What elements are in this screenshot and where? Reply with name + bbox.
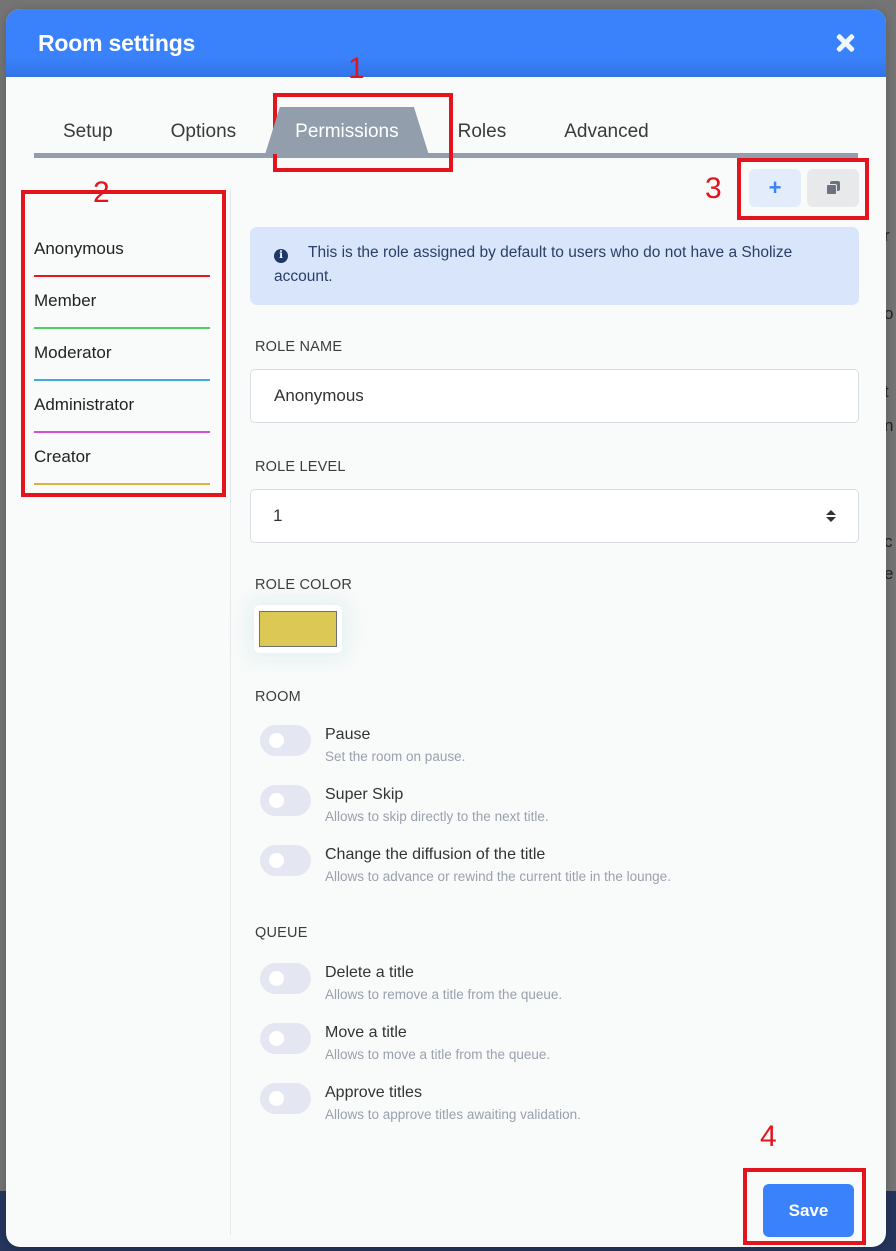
room-settings-dialog: Room settings Setup Options Permissions … [6,9,886,1247]
dialog-title: Room settings [38,29,196,56]
permission-row: Super Skip Allows to skip directly to th… [260,785,859,827]
role-list: Anonymous Member Moderator Administrator… [34,235,210,495]
role-level-value: 1 [273,506,283,525]
role-color-line [34,483,210,485]
permission-description: Allows to advance or rewind the current … [325,869,671,884]
permission-title: Delete a title [325,964,414,981]
permission-title: Move a title [325,1024,407,1041]
permission-toggle-approve-titles[interactable] [260,1083,311,1114]
role-item-administrator[interactable]: Administrator [34,391,210,443]
duplicate-icon [826,181,840,195]
role-color-line [34,431,210,433]
permission-description: Allows to move a title from the queue. [325,1047,551,1062]
role-color-line [34,275,210,277]
role-item-label: Member [34,291,97,310]
role-item-moderator[interactable]: Moderator [34,339,210,391]
permission-toggle-super-skip[interactable] [260,785,311,816]
role-toolbar: + [749,169,859,207]
tab-bar: Setup Options Permissions Roles Advanced [34,108,858,158]
add-role-button[interactable]: + [749,169,801,207]
permission-row: Change the diffusion of the title Allows… [260,845,859,887]
permission-toggle-change-diffusion[interactable] [260,845,311,876]
role-color-label: ROLE COLOR [255,577,353,593]
role-name-label: ROLE NAME [255,339,343,355]
permission-title: Pause [325,726,371,743]
sidebar-divider [230,189,231,1235]
permission-description: Allows to skip directly to the next titl… [325,809,549,824]
role-item-member[interactable]: Member [34,287,210,339]
save-button[interactable]: Save [763,1184,854,1237]
permission-row: Approve titles Allows to approve titles … [260,1083,859,1125]
tab-setup[interactable]: Setup [34,121,142,153]
role-item-anonymous[interactable]: Anonymous [34,235,210,287]
tab-permissions[interactable]: Permissions [265,107,428,153]
permission-toggle-delete-title[interactable] [260,963,311,994]
info-text: This is the role assigned by default to … [274,244,793,285]
role-item-label: Administrator [34,395,135,414]
section-title-room: ROOM [255,689,301,705]
permission-title: Super Skip [325,786,404,803]
permission-toggle-move-title[interactable] [260,1023,311,1054]
info-circle-icon: i [274,249,288,263]
permission-description: Set the room on pause. [325,749,466,764]
role-name-input[interactable] [250,369,859,423]
role-item-label: Creator [34,447,91,466]
plus-icon: + [768,175,782,200]
role-color-swatch [259,611,337,647]
sort-arrows-icon [826,510,836,522]
role-level-label: ROLE LEVEL [255,459,346,475]
permission-toggle-pause[interactable] [260,725,311,756]
tab-options[interactable]: Options [142,121,265,153]
role-color-line [34,379,210,381]
duplicate-role-button[interactable] [807,169,859,207]
info-alert: i This is the role assigned by default to… [250,227,859,305]
role-color-picker[interactable] [254,605,342,653]
role-item-label: Anonymous [34,239,124,258]
dialog-header: Room settings [6,9,886,77]
role-item-label: Moderator [34,343,112,362]
role-item-creator[interactable]: Creator [34,443,210,495]
permission-title: Change the diffusion of the title [325,846,546,863]
permission-title: Approve titles [325,1084,422,1101]
role-level-select[interactable]: 1 [250,489,859,543]
role-color-line [34,327,210,329]
section-title-queue: QUEUE [255,925,308,941]
permission-description: Allows to approve titles awaiting valida… [325,1107,581,1122]
permission-description: Allows to remove a title from the queue. [325,987,563,1002]
permission-row: Move a title Allows to move a title from… [260,1023,859,1065]
role-editor: i This is the role assigned by default to… [250,227,859,1125]
permission-row: Pause Set the room on pause. [260,725,859,767]
tab-advanced[interactable]: Advanced [535,121,678,153]
tab-roles[interactable]: Roles [429,121,536,153]
close-icon[interactable] [832,30,858,56]
permission-row: Delete a title Allows to remove a title … [260,963,859,1005]
